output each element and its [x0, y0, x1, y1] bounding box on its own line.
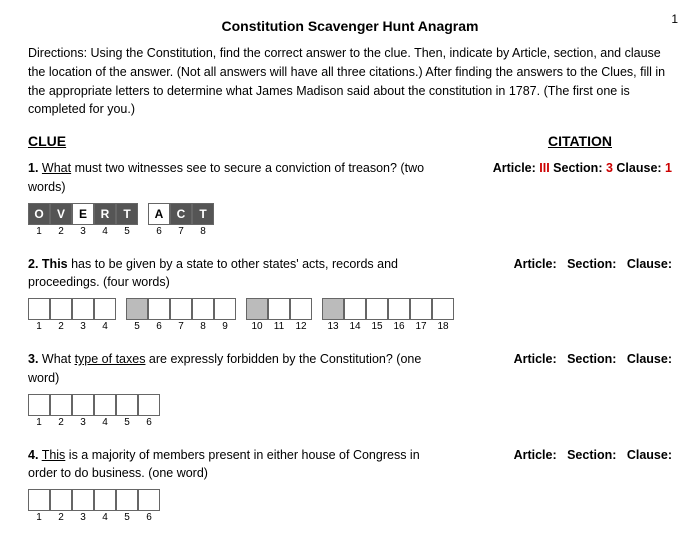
page-title: Constitution Scavenger Hunt Anagram [28, 18, 672, 34]
q4-text: 4. This is a majority of members present… [28, 446, 448, 484]
question-4: 4. This is a majority of members present… [28, 446, 672, 524]
question-2: 2. This has to be given by a state to ot… [28, 255, 672, 333]
q1-text: 1. What must two witnesses see to secure… [28, 159, 448, 197]
citation-header: CITATION [548, 133, 612, 149]
q3-citation: Article: Section: Clause: [514, 350, 672, 366]
q1-citation: Article: III Section: 3 Clause: 1 [493, 159, 672, 175]
q3-text: 3. What type of taxes are expressly forb… [28, 350, 448, 388]
question-3: 3. What type of taxes are expressly forb… [28, 350, 672, 428]
clue-header: CLUE [28, 133, 66, 149]
q2-text: 2. This has to be given by a state to ot… [28, 255, 448, 293]
q4-citation: Article: Section: Clause: [514, 446, 672, 462]
q2-citation: Article: Section: Clause: [514, 255, 672, 271]
q4-answer-grid: 1 2 3 4 5 6 [28, 489, 672, 523]
page-number: 1 [671, 12, 678, 26]
q2-answer-grid: 1 2 3 4 5 6 7 8 9 10 11 12 13 14 15 16 1… [28, 298, 672, 332]
directions: Directions: Using the Constitution, find… [28, 44, 672, 119]
q1-answer-grid: O 1 V 2 E 3 R 4 T 5 A 6 C 7 [28, 203, 672, 237]
question-1: 1. What must two witnesses see to secure… [28, 159, 672, 237]
q3-answer-grid: 1 2 3 4 5 6 [28, 394, 672, 428]
